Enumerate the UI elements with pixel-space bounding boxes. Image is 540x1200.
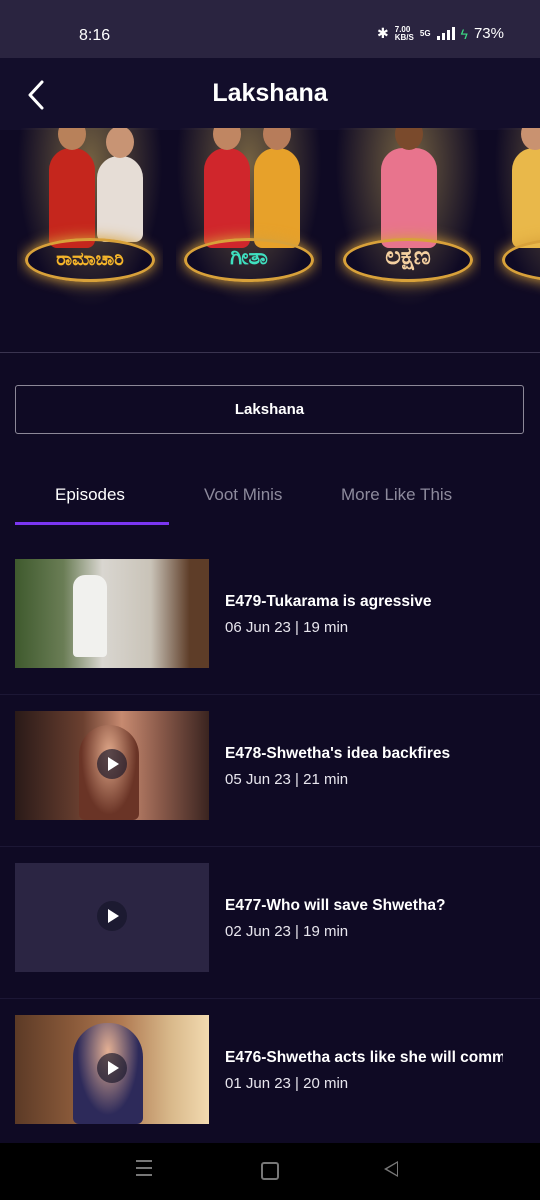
row-divider [0,694,540,695]
recent-apps-icon[interactable] [136,1160,152,1181]
home-icon[interactable] [261,1162,279,1180]
show-poster-figure [204,128,250,248]
episode-thumbnail[interactable] [15,711,209,820]
episode-thumbnail[interactable] [15,863,209,972]
back-triangle-icon[interactable] [384,1161,398,1177]
show-poster-figure [512,128,540,248]
show-logo: ರಾಮಾಚಾರಿ [56,249,124,270]
row-divider [0,998,540,999]
show-poster-figure [49,128,95,248]
episode-thumbnail[interactable] [15,559,209,668]
show-card-lakshana[interactable]: ಲಕ್ಷಣ [335,128,481,308]
network-speed-unit: KB/S [394,32,414,42]
episode-title: E478-Shwetha's idea backfires [225,745,451,762]
show-poster-figure [97,128,143,242]
active-tab-indicator [15,522,169,525]
tab-more-like-this[interactable]: More Like This [341,485,452,505]
status-time: 8:16 [79,27,111,44]
network-type: 5G [419,28,431,38]
play-icon[interactable] [97,749,127,779]
status-bar: 8:16 ✱ 7.00 KB/S 5G ϟ 73% [0,0,540,58]
bluetooth-icon: ✱ [377,25,389,41]
show-logo: ಲಕ್ಷಣ [385,241,431,270]
show-logo: ಗ [510,244,540,270]
page-title: Lakshana [212,79,328,107]
row-divider [0,846,540,847]
episode-meta: 06 Jun 23 | 19 min [225,619,349,636]
charging-icon: ϟ [460,25,468,42]
episode-title: E479-Tukarama is agressive [225,593,432,610]
show-carousel[interactable]: ರಾಮಾಚಾರಿ ಗೀತಾ ಲಕ್ಷಣ ಗ [0,128,540,318]
signal-icon [436,27,455,40]
season-selector[interactable]: Lakshana [15,385,524,434]
show-card-ramachari[interactable]: ರಾಮಾಚಾರಿ [17,128,163,308]
episode-thumbnail[interactable] [15,1015,209,1124]
play-icon[interactable] [97,1053,127,1083]
episode-meta: 02 Jun 23 | 19 min [225,923,349,940]
thumbnail-figure [73,575,107,657]
network-speed: 7.00 KB/S [394,25,414,42]
episode-title: E477-Who will save Shwetha? [225,897,446,914]
episode-row[interactable]: E479-Tukarama is agressive 06 Jun 23 | 1… [0,559,540,711]
show-card-geetha[interactable]: ಗೀತಾ [176,128,322,308]
tab-voot-minis[interactable]: Voot Minis [204,485,282,505]
app-header: Lakshana [0,58,540,130]
show-logo: ಗೀತಾ [230,244,268,270]
tab-episodes[interactable]: Episodes [55,485,125,505]
status-icons: ✱ 7.00 KB/S 5G ϟ 73% [377,25,504,42]
episode-row[interactable]: E477-Who will save Shwetha? 02 Jun 23 | … [0,846,540,1015]
play-icon[interactable] [97,901,127,931]
episode-meta: 01 Jun 23 | 20 min [225,1075,349,1092]
show-poster-figure [381,128,437,248]
episode-title: E476-Shwetha acts like she will commit [225,1049,503,1066]
show-card-partial[interactable]: ಗ [494,128,540,308]
section-divider [0,352,540,353]
show-poster-figure [254,128,300,248]
system-nav-bar [0,1143,540,1200]
episode-meta: 05 Jun 23 | 21 min [225,771,349,788]
content-tabs: Episodes Voot Minis More Like This [0,470,540,526]
battery-level: 73% [473,25,504,42]
episode-row[interactable]: E478-Shwetha's idea backfires 05 Jun 23 … [0,694,540,863]
